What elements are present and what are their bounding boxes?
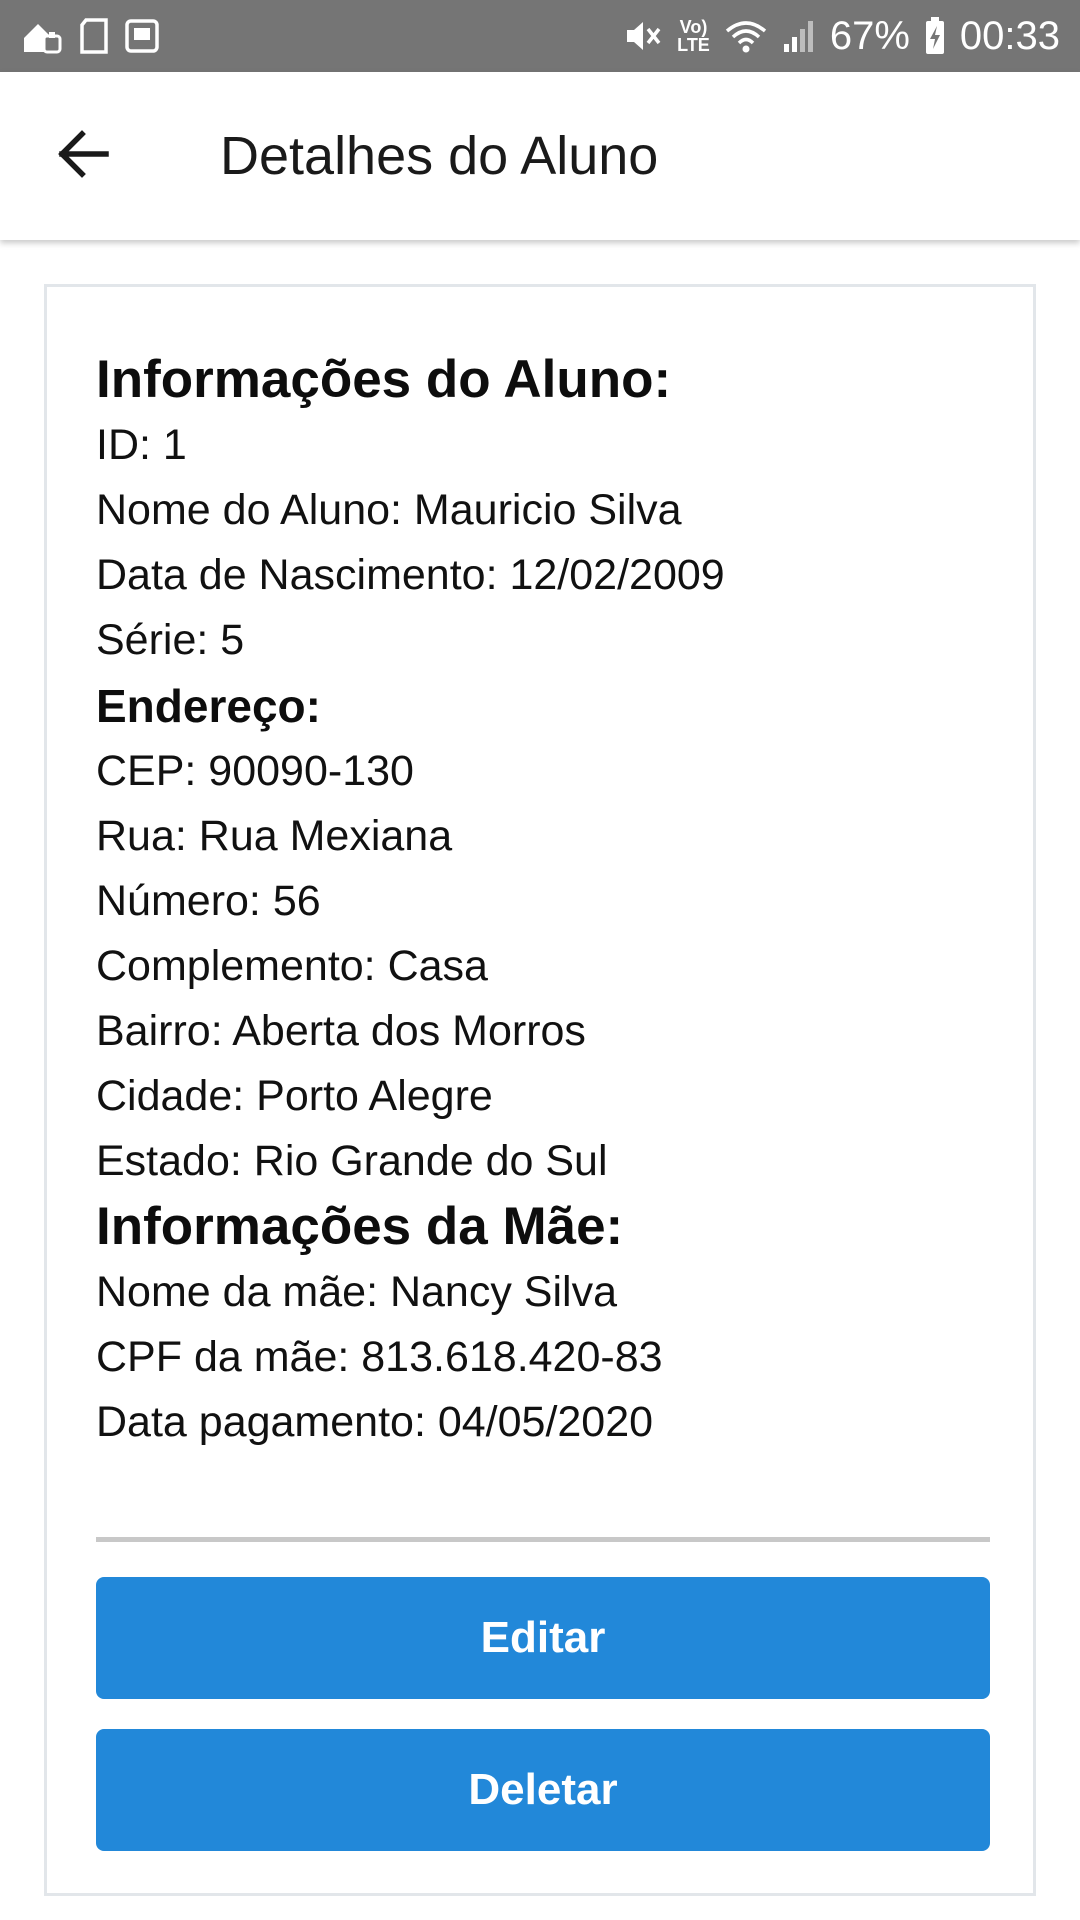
divider — [96, 1537, 990, 1542]
student-birth-date: Data de Nascimento: 12/02/2009 — [96, 551, 725, 599]
delete-button-label: Deletar — [468, 1765, 618, 1814]
student-info-heading: Informações do Aluno: — [96, 350, 672, 409]
volte-icon: Vo) LTE — [677, 17, 710, 55]
edit-button[interactable]: Editar — [96, 1577, 990, 1699]
status-bar-right: Vo) LTE 67% 00:33 — [623, 14, 1060, 59]
edit-button-label: Editar — [480, 1613, 606, 1662]
wifi-icon — [724, 17, 768, 55]
battery-charging-icon — [924, 16, 946, 56]
address-state: Estado: Rio Grande do Sul — [96, 1137, 608, 1185]
mother-name: Nome da mãe: Nancy Silva — [96, 1268, 617, 1316]
student-name: Nome do Aluno: Mauricio Silva — [96, 486, 682, 534]
address-heading: Endereço: — [96, 680, 321, 732]
address-number: Número: 56 — [96, 877, 321, 925]
back-button[interactable] — [36, 108, 132, 204]
address-cep: CEP: 90090-130 — [96, 747, 414, 795]
mother-cpf: CPF da mãe: 813.618.420-83 — [96, 1333, 663, 1381]
status-bar-left — [20, 16, 160, 56]
address-complement: Complemento: Casa — [96, 942, 488, 990]
student-details-card: Informações do Aluno: ID: 1 Nome do Alun… — [44, 284, 1036, 1896]
mother-info-heading: Informações da Mãe: — [96, 1197, 624, 1256]
address-street: Rua: Rua Mexiana — [96, 812, 453, 860]
notification-app-icon — [20, 16, 64, 56]
delete-button[interactable]: Deletar — [96, 1729, 990, 1851]
storage-icon — [124, 18, 160, 54]
details-content: Informações do Aluno: ID: 1 Nome do Alun… — [96, 347, 996, 1455]
mute-icon — [623, 17, 663, 55]
battery-percent: 67% — [829, 13, 910, 58]
student-grade: Série: 5 — [96, 616, 245, 664]
sd-card-icon — [78, 17, 110, 55]
arrow-back-icon — [58, 129, 110, 183]
page-title: Detalhes do Aluno — [220, 126, 659, 186]
address-city: Cidade: Porto Alegre — [96, 1072, 493, 1120]
payment-date: Data pagamento: 04/05/2020 — [96, 1398, 654, 1446]
cell-signal-icon — [782, 18, 816, 54]
app-bar: Detalhes do Aluno — [0, 72, 1080, 240]
clock: 00:33 — [959, 13, 1060, 58]
address-neighborhood: Bairro: Aberta dos Morros — [96, 1007, 586, 1055]
student-id: ID: 1 — [96, 421, 187, 469]
status-bar: Vo) LTE 67% 00:33 — [0, 0, 1080, 72]
